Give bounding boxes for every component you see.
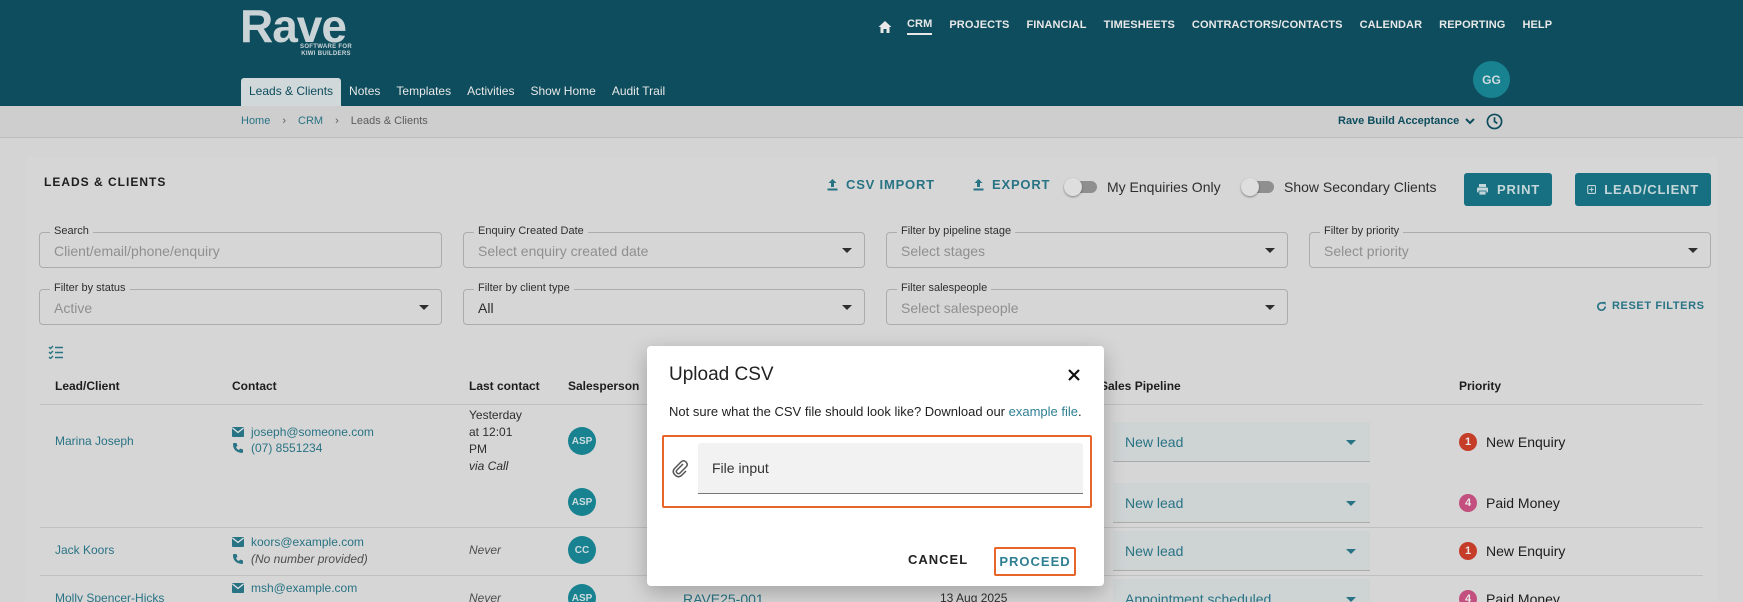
- dialog-title: Upload CSV: [669, 364, 774, 385]
- file-input-placeholder: File input: [712, 460, 769, 476]
- dialog-description: Not sure what the CSV file should look l…: [669, 404, 1082, 419]
- description-suffix: .: [1078, 404, 1082, 419]
- paperclip-icon[interactable]: [671, 459, 689, 479]
- description-text: Not sure what the CSV file should look l…: [669, 404, 1009, 419]
- file-input[interactable]: File input: [698, 443, 1083, 494]
- cancel-button[interactable]: CANCEL: [908, 552, 968, 567]
- file-input-container: File input: [662, 435, 1092, 508]
- example-file-link[interactable]: example file: [1009, 404, 1078, 419]
- upload-csv-dialog: Upload CSV Not sure what the CSV file sh…: [647, 346, 1104, 586]
- close-icon[interactable]: [1065, 366, 1083, 384]
- close-glyph: [1068, 369, 1080, 381]
- proceed-button[interactable]: PROCEED: [994, 547, 1076, 576]
